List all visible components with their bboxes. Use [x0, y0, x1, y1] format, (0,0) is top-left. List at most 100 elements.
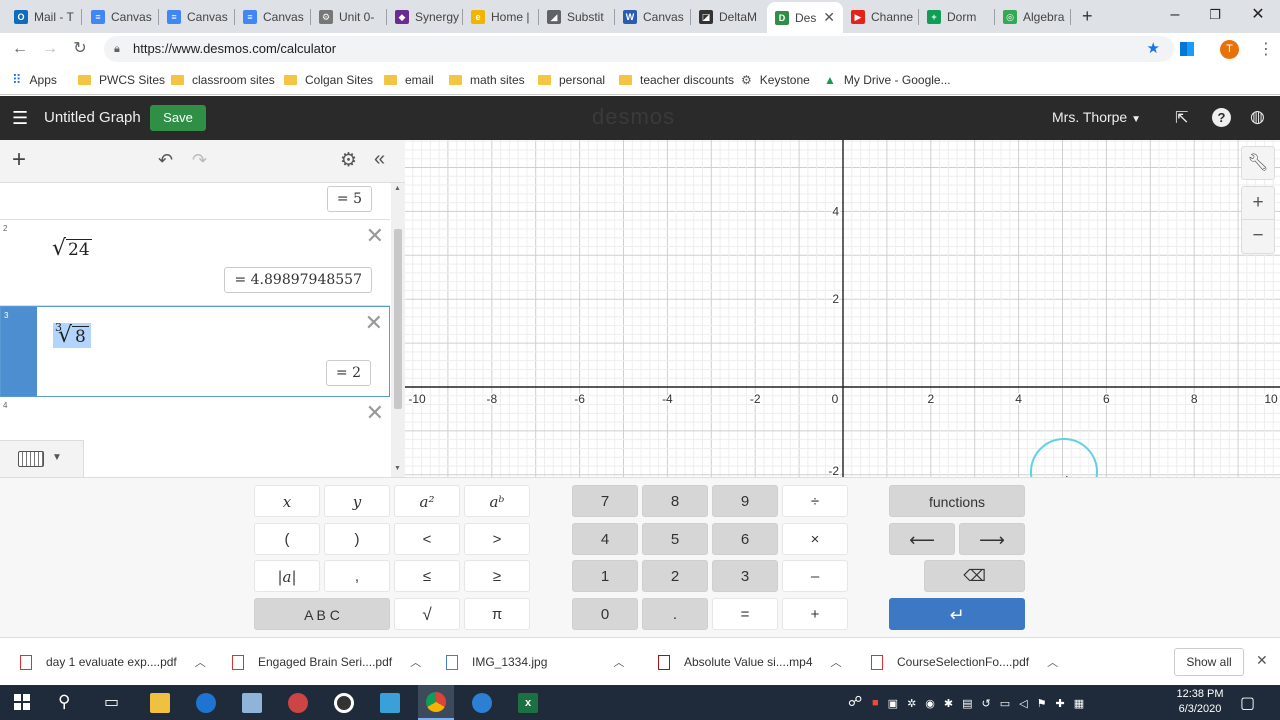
- delete-expression-icon[interactable]: ✕: [366, 225, 384, 247]
- undo-icon[interactable]: ↶: [158, 150, 173, 171]
- share-icon[interactable]: ⇱: [1175, 108, 1188, 128]
- profile-avatar[interactable]: T: [1220, 40, 1239, 59]
- key-plus[interactable]: +: [782, 598, 848, 630]
- key-multiply[interactable]: ×: [782, 523, 848, 555]
- graph-paper[interactable]: -10-8-6-4-2024681042-2 🔧︎ + − ➤: [405, 140, 1280, 477]
- key-6[interactable]: 6: [712, 523, 778, 555]
- tab-unit[interactable]: ⚙ Unit 0-: [311, 4, 387, 30]
- bookmark-teacher-discounts[interactable]: teacher discounts: [619, 71, 734, 89]
- scroll-down-icon[interactable]: ▼: [394, 465, 401, 472]
- key-abc[interactable]: A B C: [254, 598, 390, 630]
- tray-settings-icon[interactable]: ✲: [907, 697, 916, 710]
- graph-settings-wrench-icon[interactable]: 🔧︎: [1241, 146, 1275, 180]
- reload-icon[interactable]: ↻: [70, 39, 90, 59]
- tray-display-icon[interactable]: ▦: [1074, 697, 1084, 710]
- bookmark-email[interactable]: email: [384, 71, 434, 89]
- key-equals[interactable]: =: [712, 598, 778, 630]
- tab-deltam[interactable]: ◪ DeltaM: [691, 4, 767, 30]
- bookmark-pwcs-sites[interactable]: PWCS Sites: [78, 71, 165, 89]
- left-arrow-key[interactable]: ⟵: [889, 523, 955, 555]
- tab-canvas-3[interactable]: ≡ Canvas: [235, 4, 311, 30]
- graph-canvas[interactable]: -10 -8 -6 -4 -2 0 2 4 6 8 10 4 2 -2: [405, 140, 1280, 477]
- sticky-app-icon[interactable]: [380, 693, 400, 713]
- settings-gear-icon[interactable]: ⚙: [340, 149, 357, 172]
- windows-extension-icon[interactable]: [1180, 42, 1194, 56]
- desktop-app-icon[interactable]: [242, 693, 262, 713]
- download-item[interactable]: CourseSelectionFo....pdf ︿: [871, 654, 1058, 670]
- download-item[interactable]: IMG_1334.jpg ︿: [446, 654, 624, 670]
- expression-row-4[interactable]: 4 ✕: [0, 397, 390, 443]
- chevron-up-icon[interactable]: ︿: [410, 654, 421, 670]
- key-5[interactable]: 5: [642, 523, 708, 555]
- battery-icon[interactable]: ▭: [1000, 697, 1010, 710]
- user-menu[interactable]: Mrs. Thorpe ▼: [1052, 109, 1141, 125]
- key-greater-than[interactable]: >: [464, 523, 530, 555]
- key-8[interactable]: 8: [642, 485, 708, 517]
- minimize-icon[interactable]: –: [1155, 4, 1195, 26]
- expression-math[interactable]: 3√ 8: [53, 321, 91, 348]
- snipping-tool-icon[interactable]: [288, 693, 308, 713]
- key-0[interactable]: 0: [572, 598, 638, 630]
- edge-icon[interactable]: [472, 693, 492, 713]
- scroll-up-icon[interactable]: ▲: [394, 185, 401, 192]
- key-7[interactable]: 7: [572, 485, 638, 517]
- excel-icon[interactable]: x: [518, 693, 538, 713]
- internet-explorer-icon[interactable]: [196, 693, 216, 713]
- system-tray[interactable]: ■ ▣ ✲ ◉ ✱ ▤ ↺ ▭ ◁ ⚑ ✚ ▦: [872, 691, 1084, 715]
- close-tab-icon[interactable]: ✕: [823, 9, 835, 26]
- key-1[interactable]: 1: [572, 560, 638, 592]
- delete-expression-icon[interactable]: ✕: [366, 402, 384, 424]
- key-minus[interactable]: –: [782, 560, 848, 592]
- bookmark-my-drive[interactable]: ▲ My Drive - Google...: [824, 71, 951, 89]
- right-arrow-key[interactable]: ⟶: [959, 523, 1025, 555]
- show-all-button[interactable]: Show all: [1174, 648, 1244, 676]
- network-icon[interactable]: ⚑: [1037, 697, 1047, 710]
- key-4[interactable]: 4: [572, 523, 638, 555]
- enter-key[interactable]: ↵: [889, 598, 1025, 630]
- collapse-list-icon[interactable]: «: [374, 148, 385, 171]
- people-icon[interactable]: ☍: [848, 693, 862, 710]
- hamburger-menu-icon[interactable]: ☰: [12, 109, 28, 127]
- expression-row-1[interactable]: = 5: [0, 183, 390, 220]
- tray-app-icon[interactable]: ▣: [888, 697, 898, 710]
- zoom-in-icon[interactable]: +: [1241, 186, 1275, 220]
- expression-row-2[interactable]: 2 √ 24 ✕ = 4.89897948557: [0, 220, 390, 306]
- window-close-icon[interactable]: ✕: [1238, 4, 1278, 26]
- key-9[interactable]: 9: [712, 485, 778, 517]
- tray-shield-icon[interactable]: ▤: [962, 697, 972, 710]
- tab-desmos-active[interactable]: D Des ✕: [767, 2, 843, 33]
- expression-scrollbar[interactable]: ▲ ▼: [391, 183, 405, 477]
- key-decimal[interactable]: .: [642, 598, 708, 630]
- restore-icon[interactable]: ❐: [1195, 4, 1235, 26]
- chrome-taskbar-button[interactable]: [418, 685, 454, 720]
- tab-dorm[interactable]: + Dorm: [919, 4, 995, 30]
- media-app-icon[interactable]: [334, 693, 354, 713]
- address-bar[interactable]: 🔒︎ https://www.desmos.com/calculator ★: [104, 36, 1174, 62]
- tab-home[interactable]: e Home |: [463, 4, 539, 30]
- graph-title[interactable]: Untitled Graph: [44, 109, 141, 126]
- key-squared[interactable]: a²: [394, 485, 460, 517]
- download-item[interactable]: day 1 evaluate exp....pdf ︿: [20, 654, 206, 670]
- key-comma[interactable]: ,: [324, 560, 390, 592]
- delete-expression-icon[interactable]: ✕: [365, 312, 383, 334]
- key-y[interactable]: y: [324, 485, 390, 517]
- windows-start-icon[interactable]: [14, 694, 30, 710]
- help-icon[interactable]: ?: [1212, 108, 1231, 127]
- chevron-up-icon[interactable]: ︿: [195, 654, 206, 670]
- key-left-paren[interactable]: (: [254, 523, 320, 555]
- key-less-equal[interactable]: ≤: [394, 560, 460, 592]
- chevron-up-icon[interactable]: ︿: [613, 654, 624, 670]
- tab-canvas-2[interactable]: ≡ Canvas: [159, 4, 235, 30]
- bookmark-apps[interactable]: ⠿ Apps: [12, 71, 57, 89]
- menu-dots-icon[interactable]: ⋮: [1258, 39, 1274, 59]
- bookmark-personal[interactable]: personal: [538, 71, 605, 89]
- tray-tools-icon[interactable]: ✚: [1055, 697, 1064, 710]
- add-item-icon[interactable]: +: [12, 148, 26, 172]
- backspace-key[interactable]: ⌫: [924, 560, 1025, 592]
- tab-channel[interactable]: ▶ Channe: [843, 4, 919, 30]
- volume-icon[interactable]: ◁: [1019, 697, 1027, 710]
- expression-math[interactable]: √ 24: [52, 236, 92, 261]
- key-sqrt[interactable]: √: [394, 598, 460, 630]
- search-icon[interactable]: ⚲: [58, 692, 70, 712]
- bookmark-classroom-sites[interactable]: classroom sites: [171, 71, 275, 89]
